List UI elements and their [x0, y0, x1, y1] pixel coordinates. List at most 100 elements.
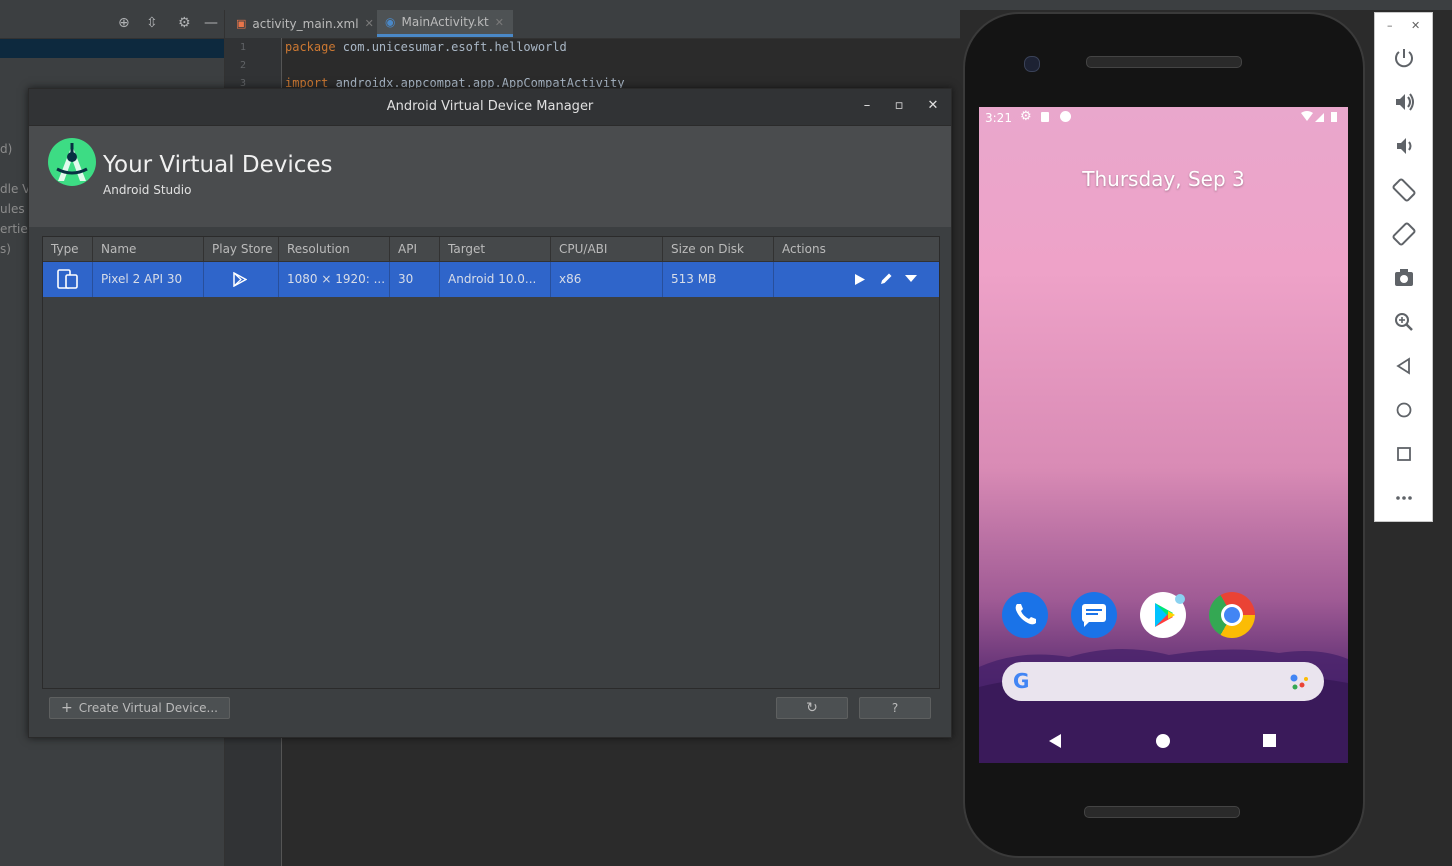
google-search-bar[interactable]: G — [1002, 662, 1324, 701]
back-nav-icon[interactable] — [1048, 734, 1062, 748]
close-icon[interactable]: ✕ — [365, 17, 374, 30]
close-icon[interactable]: ✕ — [495, 16, 504, 29]
table-header: Type Name Play Store Resolution API Targ… — [43, 237, 939, 262]
launch-play-icon[interactable] — [854, 273, 866, 286]
home-nav-icon[interactable] — [1156, 734, 1170, 748]
close-icon[interactable]: ✕ — [1411, 19, 1420, 32]
locate-icon[interactable]: ⊕ — [118, 15, 130, 31]
refresh-button[interactable]: ↻ — [776, 697, 848, 719]
refresh-icon: ↻ — [806, 700, 818, 716]
volume-up-icon[interactable] — [1389, 87, 1419, 117]
cpu-abi-cell: x86 — [551, 262, 663, 297]
messages-app-icon[interactable] — [1071, 592, 1117, 638]
battery-icon — [1331, 112, 1337, 122]
table-row[interactable]: Pixel 2 API 30 1080 × 1920: ... 30 Andro… — [43, 262, 939, 297]
gear-icon[interactable]: ⚙ — [178, 15, 191, 31]
minimize-icon[interactable]: – — [1387, 19, 1393, 32]
tab-label: MainActivity.kt — [401, 15, 489, 29]
back-icon[interactable] — [1389, 351, 1419, 381]
sd-card-icon — [1041, 112, 1049, 122]
rotate-right-icon[interactable] — [1389, 219, 1419, 249]
wifi-icon — [1301, 111, 1313, 121]
volume-down-icon[interactable] — [1389, 131, 1419, 161]
page-subtitle: Android Studio — [103, 183, 192, 197]
page-title: Your Virtual Devices — [103, 152, 333, 178]
play-store-cell — [204, 262, 279, 297]
column-header-type[interactable]: Type — [43, 237, 93, 261]
speaker-top — [1086, 56, 1242, 68]
emulator-toolbar: – ✕ — [1374, 12, 1433, 522]
column-header-resolution[interactable]: Resolution — [279, 237, 390, 261]
line-number: 1 — [239, 42, 246, 53]
edit-pencil-icon[interactable] — [879, 272, 893, 286]
speaker-bottom — [1084, 806, 1240, 818]
phone-app-icon[interactable] — [1002, 592, 1048, 638]
ide-top-strip — [0, 0, 1452, 10]
home-date: Thursday, Sep 3 — [1082, 167, 1245, 191]
resolution-cell: 1080 × 1920: ... — [279, 262, 390, 297]
chrome-app-icon[interactable] — [1209, 592, 1255, 638]
front-camera — [1024, 56, 1040, 72]
create-button-label: Create Virtual Device... — [78, 701, 218, 715]
project-tree-text: dle V — [0, 182, 31, 196]
line-number: 2 — [239, 60, 246, 71]
create-virtual-device-button[interactable]: + Create Virtual Device... — [49, 697, 230, 719]
avd-titlebar: Android Virtual Device Manager – ▫ ✕ — [29, 89, 951, 126]
recents-nav-icon[interactable] — [1263, 734, 1276, 747]
target-cell: Android 10.0... — [440, 262, 551, 297]
signal-icon — [1315, 113, 1324, 122]
chevron-down-icon[interactable] — [905, 275, 917, 283]
window-title: Android Virtual Device Manager — [386, 99, 594, 114]
phone-screen[interactable]: 3:21 ⚙ Thursday, Sep 3 G — [979, 107, 1348, 763]
column-header-target[interactable]: Target — [440, 237, 551, 261]
tab-main-activity-kt[interactable]: ◉ MainActivity.kt ✕ — [377, 10, 513, 37]
device-name: Pixel 2 API 30 — [93, 262, 204, 297]
power-icon[interactable] — [1389, 43, 1419, 73]
project-tree-text: s) — [0, 242, 11, 256]
home-icon[interactable] — [1389, 395, 1419, 425]
tab-activity-main-xml[interactable]: ▣ activity_main.xml ✕ — [228, 10, 374, 37]
actions-cell — [774, 262, 939, 297]
tab-label: activity_main.xml — [252, 16, 359, 31]
column-header-size[interactable]: Size on Disk — [663, 237, 774, 261]
column-header-cpu-abi[interactable]: CPU/ABI — [551, 237, 663, 261]
hide-icon[interactable]: — — [204, 15, 218, 31]
project-tree-text: ules — [0, 202, 25, 216]
project-tree-text: d) — [0, 142, 13, 156]
phone-tablet-icon — [57, 269, 78, 289]
column-header-actions[interactable]: Actions — [774, 237, 939, 261]
size-cell: 513 MB — [663, 262, 774, 297]
help-button[interactable]: ? — [859, 697, 931, 719]
device-table: Type Name Play Store Resolution API Targ… — [42, 236, 940, 689]
play-store-icon — [233, 272, 247, 287]
project-selected-row[interactable] — [0, 39, 224, 58]
plus-icon: + — [61, 700, 73, 716]
zoom-icon[interactable] — [1389, 307, 1419, 337]
column-header-api[interactable]: API — [390, 237, 440, 261]
avd-header: Your Virtual Devices Android Studio — [29, 126, 951, 227]
avd-manager-window: Android Virtual Device Manager – ▫ ✕ You… — [28, 88, 952, 738]
overview-icon[interactable] — [1389, 439, 1419, 469]
notification-icon — [1060, 111, 1071, 122]
code-line[interactable]: package com.unicesumar.esoft.helloworld — [285, 40, 567, 54]
close-icon[interactable]: ✕ — [923, 96, 943, 116]
rotate-left-icon[interactable] — [1389, 175, 1419, 205]
settings-notification-icon: ⚙ — [1020, 109, 1032, 124]
type-cell — [43, 262, 93, 297]
collapse-icon[interactable]: ⇳ — [146, 15, 158, 31]
camera-icon[interactable] — [1389, 263, 1419, 293]
status-icons — [1301, 111, 1337, 122]
notification-dot — [1175, 594, 1185, 604]
android-studio-logo-icon — [48, 138, 96, 186]
kotlin-file-icon: ◉ — [385, 15, 396, 29]
status-time: 3:21 — [985, 111, 1012, 125]
minimize-icon[interactable]: – — [857, 96, 877, 116]
maximize-icon[interactable]: ▫ — [889, 96, 909, 116]
assistant-icon[interactable] — [1289, 672, 1311, 692]
column-header-name[interactable]: Name — [93, 237, 204, 261]
api-cell: 30 — [390, 262, 440, 297]
google-g-icon: G — [1013, 669, 1030, 693]
more-icon[interactable] — [1389, 483, 1419, 513]
xml-file-icon: ▣ — [236, 17, 247, 30]
column-header-play-store[interactable]: Play Store — [204, 237, 279, 261]
